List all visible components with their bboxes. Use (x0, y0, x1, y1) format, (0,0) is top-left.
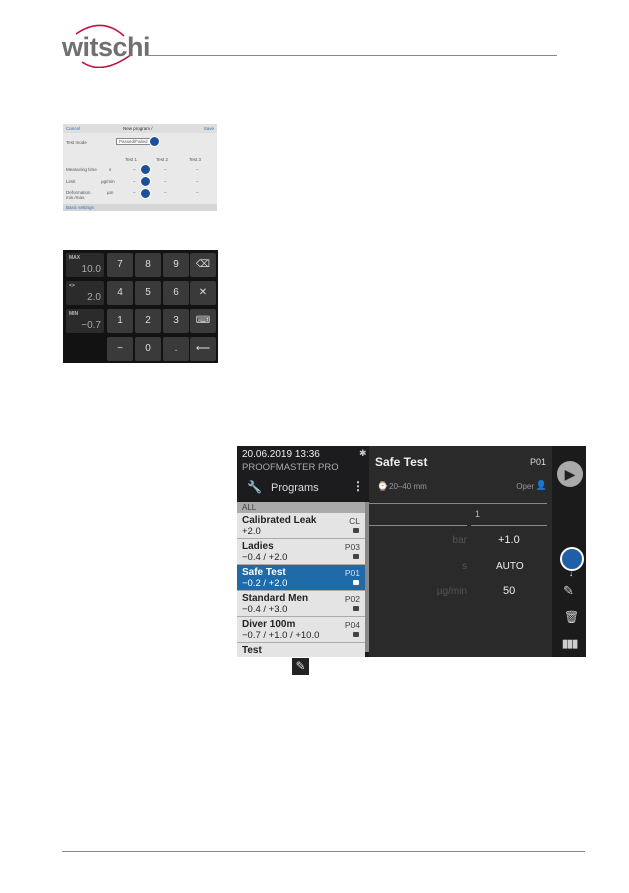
cell[interactable]: – (164, 190, 167, 195)
detail-title: Safe Test (375, 455, 428, 469)
row-unit: µm (107, 190, 114, 195)
param-value[interactable]: +1.0 (498, 534, 520, 546)
trash-icon[interactable]: 🗑 (564, 610, 579, 624)
cell[interactable]: – (133, 179, 136, 184)
filter-header[interactable]: ALL (237, 502, 365, 513)
program-row[interactable]: Ladies −0.4 / +2.0 P03 (237, 539, 365, 565)
datetime: 20.06.2019 13:36 (242, 449, 320, 460)
backspace-icon[interactable]: ⌫ (190, 253, 216, 277)
param-unit: µg/min (436, 586, 467, 597)
column-header: Test 1 (125, 157, 138, 162)
lock-icon (353, 580, 359, 585)
program-row[interactable]: Test (237, 643, 365, 657)
operator: Oper (516, 482, 534, 491)
program-detail-panel: Safe Test P01 ⌚ 20–40 mm Oper 👤 1 bar +1… (369, 446, 552, 657)
cell[interactable]: – (196, 190, 199, 195)
callout-marker (149, 136, 160, 147)
programs-screenshot: 20.06.2019 13:36 ✱ PROOFMASTER PRO 🔧 Pro… (237, 446, 586, 657)
key-9[interactable]: 9 (163, 253, 189, 277)
callout-marker (560, 547, 584, 571)
more-icon[interactable]: ⋮ (352, 479, 364, 493)
action-sidebar: ▶ ↓ ✎ 🗑 ▮▮▮ (552, 446, 586, 657)
lock-icon (353, 528, 359, 533)
key-decimal[interactable]: . (163, 337, 189, 361)
key-0[interactable]: 0 (135, 337, 161, 361)
arrow-down-icon: ↓ (569, 569, 573, 578)
param-unit: s (462, 561, 467, 572)
new-program-screenshot: Cancel New program / Save Test mode Pass… (63, 124, 217, 211)
test-mode-select[interactable]: Passed/Failed (116, 138, 151, 145)
row-label: Limit (66, 179, 76, 184)
cell[interactable]: – (133, 167, 136, 172)
screen-title: New program / (123, 126, 153, 131)
param-value[interactable]: AUTO (496, 561, 524, 572)
save-button[interactable]: Save (204, 126, 214, 131)
keyboard-icon[interactable]: ⌨ (190, 309, 216, 333)
cell[interactable]: – (196, 167, 199, 172)
min-display[interactable]: MIN −0.7 (66, 309, 104, 333)
param-value[interactable]: 50 (503, 585, 515, 597)
program-list-panel: 20.06.2019 13:36 ✱ PROOFMASTER PRO 🔧 Pro… (237, 446, 369, 657)
case-size: 20–40 mm (389, 482, 427, 491)
menu-title: Programs (271, 482, 319, 494)
basic-settings-link[interactable]: Basic settings (66, 205, 94, 210)
wrench-icon: 🔧 (247, 480, 262, 494)
key-8[interactable]: 8 (135, 253, 161, 277)
user-icon: 👤 (535, 480, 547, 490)
key-6[interactable]: 6 (163, 281, 189, 305)
program-row[interactable]: Calibrated Leak +2.0 CL (237, 513, 365, 539)
max-display[interactable]: MAX 10.0 (66, 253, 104, 277)
callout-marker (140, 188, 151, 199)
clear-icon[interactable]: ✕ (190, 281, 216, 305)
nominal-display[interactable]: <> 2.0 (66, 281, 104, 305)
column-header: Test 3 (189, 157, 202, 162)
key-4[interactable]: 4 (107, 281, 133, 305)
key-1[interactable]: 1 (107, 309, 133, 333)
key-5[interactable]: 5 (135, 281, 161, 305)
pencil-icon[interactable]: ✎ (563, 583, 574, 599)
lock-icon (353, 554, 359, 559)
key-2[interactable]: 2 (135, 309, 161, 333)
key-minus[interactable]: − (107, 337, 133, 361)
cancel-button[interactable]: Cancel (66, 126, 80, 131)
cell[interactable]: – (133, 190, 136, 195)
enter-icon[interactable]: ⟵ (190, 337, 216, 361)
callout-marker (140, 176, 151, 187)
cell[interactable]: – (164, 179, 167, 184)
param-unit: bar (452, 535, 467, 546)
bluetooth-icon: ✱ (359, 448, 367, 458)
cell[interactable]: – (196, 179, 199, 184)
key-7[interactable]: 7 (107, 253, 133, 277)
row-unit: s (109, 167, 112, 172)
program-row[interactable]: Standard Men −0.4 / +3.0 P02 (237, 591, 365, 617)
model-name: PROOFMASTER PRO (242, 462, 339, 473)
lock-icon (353, 632, 359, 637)
lock-icon (353, 606, 359, 611)
footer-rule (62, 851, 585, 852)
row-sublabel: min./max. (66, 195, 86, 200)
columns-icon[interactable]: ▮▮▮ (562, 637, 578, 650)
watch-icon: ⌚ (377, 481, 389, 491)
pencil-icon: ✎ (292, 658, 309, 675)
test-mode-label: Test mode (66, 140, 87, 145)
play-button[interactable]: ▶ (557, 461, 583, 487)
column-header: Test 2 (156, 157, 169, 162)
program-row-selected[interactable]: Safe Test −0.2 / +2.0 P01 (237, 565, 365, 591)
row-unit: µg/min (101, 179, 115, 184)
program-row[interactable]: Diver 100m −0.7 / +1.0 / +10.0 P04 (237, 617, 365, 643)
row-label: Measuring time (66, 167, 97, 172)
callout-marker (140, 164, 151, 175)
column-number: 1 (475, 509, 481, 519)
key-3[interactable]: 3 (163, 309, 189, 333)
document-page: witschi Cancel New program / Save Test m… (0, 0, 629, 893)
witschi-logo: witschi (62, 24, 151, 68)
keypad-screenshot: MAX 10.0 <> 2.0 MIN −0.7 7 8 9 4 5 6 1 2 3 … (63, 250, 218, 363)
detail-code: P01 (529, 457, 546, 467)
cell[interactable]: – (164, 167, 167, 172)
header-rule (145, 55, 557, 56)
